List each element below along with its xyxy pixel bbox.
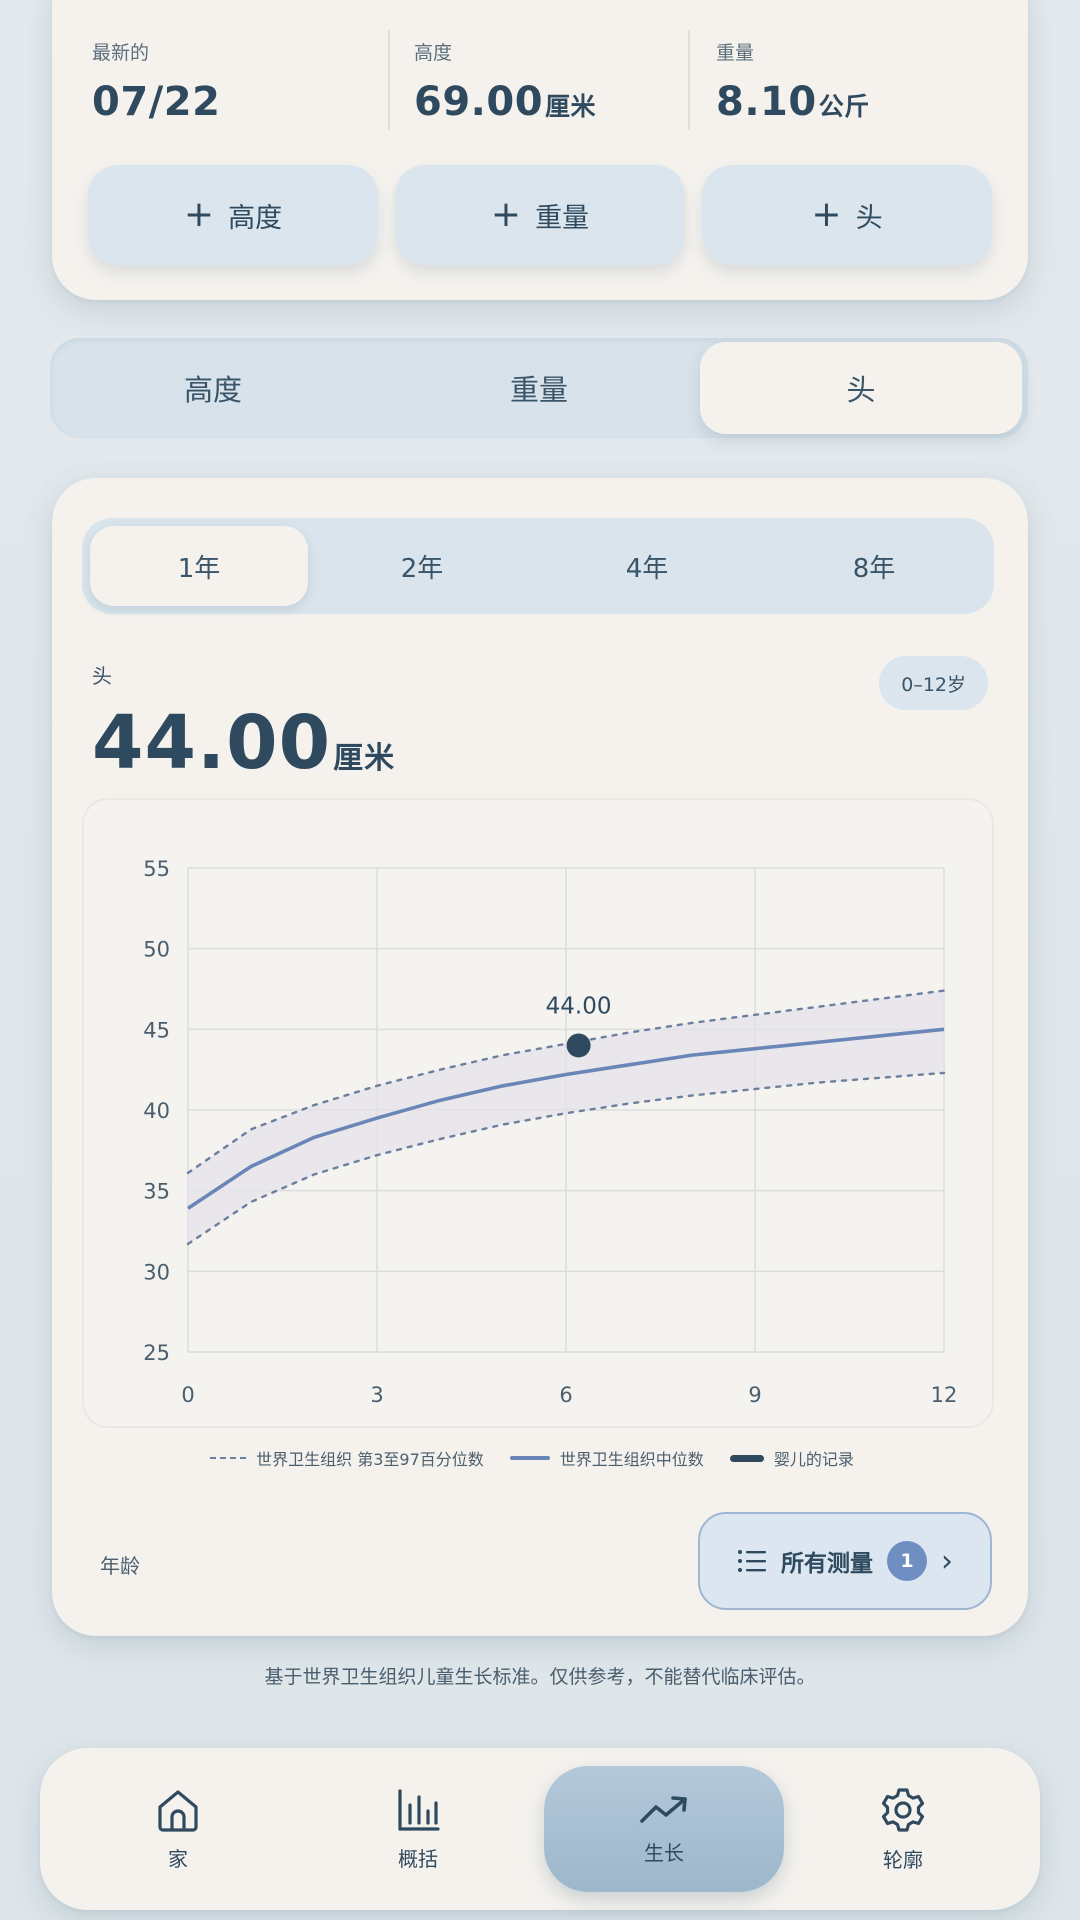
- latest-label: 最新的: [92, 42, 150, 64]
- tab-height-label: 高度: [183, 373, 242, 407]
- range-tab-label: 2年: [400, 553, 444, 584]
- add-weight-label: 重量: [535, 202, 590, 234]
- solid-line-swatch: [509, 1456, 550, 1460]
- plus-icon: +: [490, 194, 522, 235]
- x-tick-label: 0: [181, 1383, 194, 1407]
- chart-plot-area: 55 50 45 40 35 30 25 0 3 6 9 12 44.00: [82, 798, 994, 1428]
- disclaimer-text: 基于世界卫生组织儿童生长标准。仅供参考，不能替代临床评估。: [264, 1666, 816, 1688]
- bar-chart-icon: [398, 1788, 440, 1831]
- metric-value: 44.00厘米: [92, 700, 395, 786]
- list-icon: [738, 1550, 766, 1572]
- add-head-button[interactable]: + 头: [702, 165, 992, 265]
- legend-item-baby-record: 婴儿的记录: [729, 1446, 854, 1470]
- metric-segmented-control: 高度 重量 头: [50, 338, 1028, 438]
- tab-height[interactable]: 高度: [50, 338, 376, 438]
- legend-label: 婴儿的记录: [773, 1450, 854, 1469]
- metric-label: 头: [92, 664, 112, 688]
- latest-date-stat: 最新的 07/22: [92, 38, 220, 125]
- trend-up-icon: [640, 1795, 687, 1823]
- legend-item-median: 世界卫生组织中位数: [509, 1446, 704, 1470]
- range-tab-2y[interactable]: 2年: [312, 518, 532, 614]
- nav-label: 轮廓: [883, 1847, 923, 1872]
- latest-date-value: 07/22: [92, 79, 221, 125]
- metric-unit: 厘米: [333, 741, 396, 776]
- x-tick-label: 9: [748, 1383, 761, 1407]
- height-label: 高度: [414, 42, 453, 64]
- x-tick-label: 6: [559, 1383, 572, 1407]
- tab-weight[interactable]: 重量: [376, 338, 702, 438]
- nav-item-overview[interactable]: 概括: [318, 1748, 518, 1910]
- age-range-badge: 0–12岁: [879, 656, 988, 710]
- chart-legend: 世界卫生组织 第3至97百分位数 世界卫生组织中位数 婴儿的记录: [92, 1446, 972, 1470]
- x-tick-label: 3: [370, 1383, 383, 1407]
- y-tick-label: 40: [143, 1099, 170, 1123]
- bottom-nav-bar: 家 概括 生长 轮廓: [40, 1748, 1040, 1910]
- record-swatch: [729, 1454, 764, 1462]
- y-tick-label: 55: [143, 857, 170, 881]
- tab-head[interactable]: 头: [700, 342, 1022, 434]
- weight-value: 8.10: [716, 79, 817, 125]
- legend-label: 世界卫生组织 第3至97百分位数: [256, 1450, 484, 1469]
- plus-icon: +: [183, 194, 215, 235]
- divider: [388, 30, 390, 130]
- range-segmented-control: 1年 2年 4年 8年: [82, 518, 994, 614]
- range-tab-label: 1年: [177, 553, 221, 584]
- x-tick-label: 12: [931, 1383, 958, 1407]
- weight-unit: 公斤: [818, 92, 870, 121]
- add-weight-button[interactable]: + 重量: [395, 165, 685, 265]
- weight-stat: 重量 8.10公斤: [716, 38, 870, 125]
- growth-chart-card: 1年 2年 4年 8年 头 44.00厘米 0–12岁 55 50 45 40 35 30…: [52, 478, 1028, 1636]
- metric-value-number: 44.00: [92, 700, 332, 786]
- height-unit: 厘米: [545, 92, 597, 121]
- height-value: 69.00: [414, 79, 544, 125]
- app-screen: 最新的 07/22 高度 69.00厘米 重量 8.10公斤 + 高度 + 重量…: [0, 0, 1080, 1920]
- nav-item-home[interactable]: 家: [78, 1748, 278, 1910]
- y-tick-label: 25: [143, 1341, 170, 1365]
- y-tick-label: 45: [143, 1018, 170, 1042]
- nav-item-growth[interactable]: 生长: [544, 1766, 784, 1892]
- legend-label: 世界卫生组织中位数: [559, 1450, 704, 1469]
- add-height-button[interactable]: + 高度: [88, 165, 378, 265]
- range-tab-4y[interactable]: 4年: [537, 518, 757, 614]
- range-tab-label: 4年: [625, 553, 669, 584]
- tab-weight-label: 重量: [509, 373, 568, 407]
- height-stat: 高度 69.00厘米: [414, 38, 596, 125]
- plus-icon: +: [811, 194, 842, 235]
- all-measurements-button[interactable]: 所有测量 1 ›: [698, 1512, 992, 1610]
- gear-icon: [881, 1787, 925, 1832]
- tab-head-label: 头: [846, 373, 876, 407]
- range-tab-label: 8年: [852, 553, 896, 584]
- all-measurements-label: 所有测量: [781, 1551, 873, 1577]
- nav-label: 概括: [398, 1846, 438, 1871]
- range-tab-8y[interactable]: 8年: [762, 518, 986, 614]
- baby-record-point: [566, 1033, 591, 1058]
- weight-label: 重量: [716, 42, 755, 64]
- x-axis-label: 年龄: [100, 1554, 140, 1578]
- nav-item-profile[interactable]: 轮廓: [803, 1748, 1003, 1910]
- home-icon: [158, 1789, 198, 1832]
- divider: [688, 30, 690, 130]
- y-tick-label: 50: [143, 938, 170, 962]
- chevron-right-icon: ›: [941, 1543, 953, 1579]
- dashed-line-swatch: [210, 1457, 247, 1459]
- record-data-label: 44.00: [546, 993, 612, 1019]
- latest-summary-card: 最新的 07/22 高度 69.00厘米 重量 8.10公斤 + 高度 + 重量…: [52, 0, 1028, 300]
- legend-item-percentile: 世界卫生组织 第3至97百分位数: [210, 1446, 484, 1470]
- measurement-count-badge: 1: [887, 1541, 927, 1581]
- y-tick-label: 30: [143, 1260, 170, 1284]
- nav-label: 生长: [644, 1840, 684, 1865]
- nav-label: 家: [168, 1846, 188, 1871]
- y-tick-label: 35: [143, 1180, 170, 1204]
- range-tab-1y[interactable]: 1年: [90, 526, 308, 606]
- add-head-label: 头: [855, 202, 883, 234]
- add-height-label: 高度: [228, 202, 283, 234]
- growth-chart: 55 50 45 40 35 30 25 0 3 6 9 12 44.00: [143, 857, 958, 1407]
